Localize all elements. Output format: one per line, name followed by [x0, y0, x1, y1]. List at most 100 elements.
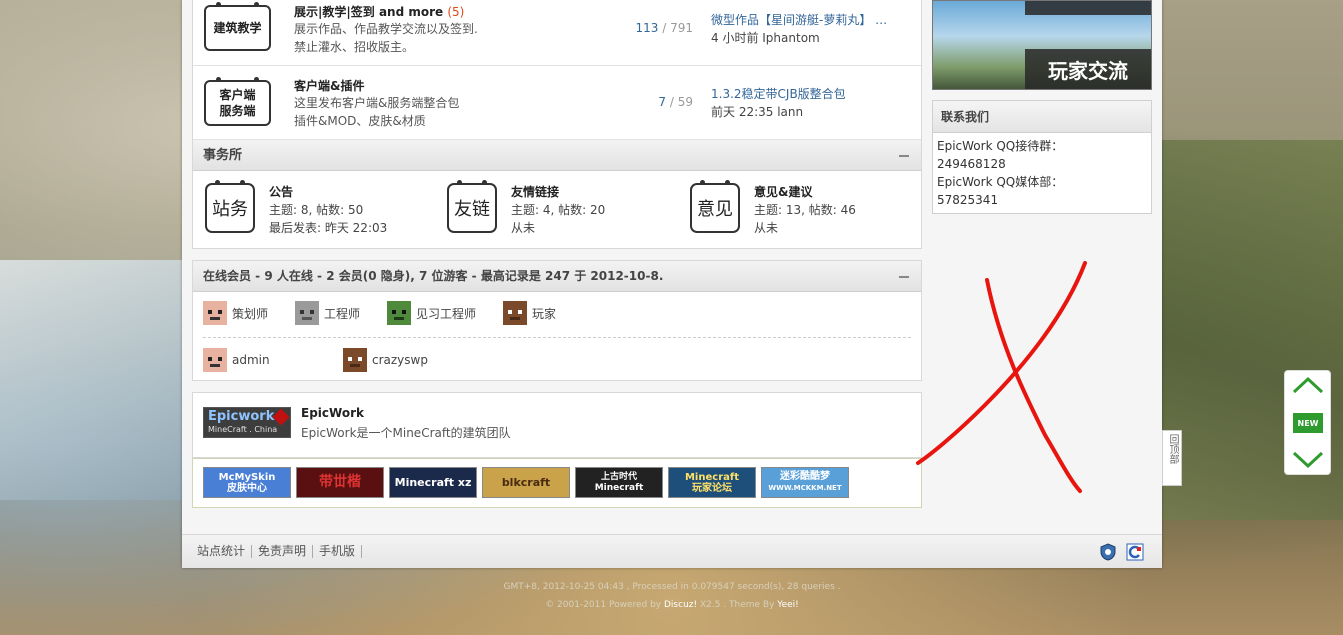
office-forum-last[interactable]: 最后发表: 昨天 22:03 [269, 219, 387, 237]
discuz-link[interactable]: Discuz! [664, 600, 697, 610]
contact-line: EpicWork QQ媒体部： [937, 175, 1064, 189]
office-forum-name[interactable]: 友情链接 [511, 183, 605, 201]
forum-name[interactable]: 客户端&插件 [294, 77, 364, 94]
team-panel: Epicwork MineCraft . China EpicWork Epic… [192, 392, 922, 458]
last-post: 1.3.2稳定带CJB版整合包 前天 22:35 lann [711, 85, 911, 121]
collapse-icon[interactable] [899, 155, 909, 157]
link-text: 玩家论坛 [692, 482, 732, 494]
collapse-icon[interactable] [899, 276, 909, 278]
back-to-top-label: 回顶部 [1167, 434, 1178, 464]
office-forum-name[interactable]: 公告 [269, 183, 387, 201]
theme-author-link[interactable]: Yeei! [777, 600, 799, 610]
friend-link-blkcraft[interactable]: blkcraft [482, 467, 570, 498]
chevron-up-icon[interactable] [1285, 371, 1332, 401]
page-nav-widget: NEW [1284, 370, 1331, 475]
footer-link-mobile[interactable]: 手机版 [313, 545, 363, 558]
friend-link-mcmyskin[interactable]: McMySkin 皮肤中心 [203, 467, 291, 498]
friend-link-mckkm[interactable]: 迷彩酷酷梦 WWW.MCKKM.NET [761, 467, 849, 498]
player-exchange-banner[interactable]: 玩家交流 [932, 0, 1152, 90]
last-post-link[interactable]: 微型作品【星间游艇-萝莉丸】 … [711, 11, 911, 29]
forum-name-text[interactable]: 客户端&插件 [294, 79, 364, 93]
cnzz-stats-icon[interactable] [1126, 543, 1144, 561]
forum-icon[interactable]: 站务 [205, 180, 255, 233]
link-text: McMySkin [218, 471, 276, 483]
online-member[interactable]: crazyswp [343, 348, 428, 372]
office-forum-info: 意见&建议 主题: 13, 帖数: 46 从未 [754, 183, 856, 237]
office-forum: 意见 意见&建议 主题: 13, 帖数: 46 从未 [690, 180, 930, 237]
last-post-meta: 4 小时前 Iphantom [711, 31, 820, 45]
forum-description: 这里发布客户端&服务端整合包 插件&MOD、皮肤&材质 [294, 94, 554, 130]
legend-label: 工程师 [324, 306, 361, 321]
last-post-meta: 前天 22:35 lann [711, 105, 804, 119]
legend-label: 玩家 [532, 306, 557, 321]
engineer-face-icon [295, 301, 319, 325]
forum-icon[interactable]: 建筑教学 [204, 2, 271, 51]
online-header: 在线会员 - 9 人在线 - 2 会员(0 隐身), 7 位游客 - 最高记录是… [193, 261, 921, 292]
epicwork-logo[interactable]: Epicwork MineCraft . China [203, 407, 291, 438]
forum-name[interactable]: 展示|教学|签到 and more (5) [294, 3, 464, 20]
footer-link-stats[interactable]: 站点统计 [197, 545, 253, 558]
security-shield-icon[interactable] [1099, 543, 1117, 561]
link-text: 迷彩酷酷梦 [780, 471, 830, 482]
post-count: 59 [677, 95, 693, 109]
forum-icon[interactable]: 友链 [447, 180, 497, 233]
forum-icon-line: 服务端 [219, 104, 256, 118]
friend-link-shanggu[interactable]: 上古时代 Minecraft [575, 467, 663, 498]
category-title[interactable]: 事务所 [203, 148, 242, 163]
member-name[interactable]: admin [232, 353, 270, 367]
link-text: 上古时代 [600, 471, 637, 482]
copyright-text: X2.5 . Theme By [697, 600, 778, 610]
team-name[interactable]: EpicWork [301, 406, 364, 420]
last-post-link[interactable]: 1.3.2稳定带CJB版整合包 [711, 85, 911, 103]
player-face-icon [503, 301, 527, 325]
divider [203, 337, 911, 338]
forum-icon[interactable]: 意见 [690, 180, 740, 233]
office-forum-last: 从未 [754, 221, 779, 235]
link-text: Minecraft [684, 471, 740, 483]
forum-stats: 113 / 791 [613, 21, 693, 35]
forum-desc-line: 这里发布客户端&服务端整合包 [294, 96, 460, 110]
thread-count: 113 [635, 21, 659, 35]
legend-label: 策划师 [232, 306, 269, 321]
friend-link-minecraft-xz[interactable]: Minecraft xz [389, 467, 477, 498]
link-text: 带丗楷 [319, 474, 361, 490]
office-forum-stats: 主题: 8, 帖数: 50 [269, 203, 364, 217]
online-list: 策划师 工程师 见习工程师 玩家 admin crazyswp [193, 292, 921, 380]
trainee-engineer-face-icon [387, 301, 411, 325]
footer-copyright: © 2001-2011 Powered by Discuz! X2.5 . Th… [182, 600, 1162, 610]
banner-label: 玩家交流 [1025, 49, 1151, 89]
footer-processed-info: GMT+8, 2012-10-25 04:43 , Processed in 0… [503, 582, 841, 592]
footer-links: 站点统计 免责声明 手机版 [197, 545, 363, 558]
back-to-top-button[interactable]: 回顶部 [1162, 430, 1182, 486]
new-posts-icon[interactable]: NEW [1293, 413, 1323, 433]
forum-desc-line: 插件&MOD、皮肤&材质 [294, 114, 426, 128]
contact-body: EpicWork QQ接待群： 249468128 EpicWork QQ媒体部… [933, 133, 1151, 213]
friend-link-badge[interactable]: 带丗楷 [296, 467, 384, 498]
legend-item: 策划师 [203, 301, 268, 325]
office-forum-last: 从未 [511, 221, 536, 235]
office-forum-name[interactable]: 意见&建议 [754, 183, 856, 201]
forum-stats: 7 / 59 [613, 95, 693, 109]
chevron-down-icon[interactable] [1285, 444, 1332, 474]
online-member[interactable]: admin [203, 348, 270, 372]
forum-icon[interactable]: 客户端 服务端 [204, 77, 271, 126]
member-name[interactable]: crazyswp [372, 353, 428, 367]
sidebar: 玩家交流 联系我们 EpicWork QQ接待群： 249468128 Epic… [932, 0, 1152, 214]
forum-row: 建筑教学 展示|教学|签到 and more (5) 展示作品、作品教学交流以及… [193, 0, 921, 66]
background-water [0, 260, 200, 500]
contact-line: 57825341 [937, 193, 999, 207]
last-post: 微型作品【星间游艇-萝莉丸】 … 4 小时前 Iphantom [711, 11, 911, 47]
friend-link-minecraft-forum[interactable]: Minecraft 玩家论坛 [668, 467, 756, 498]
link-text: Minecraft [594, 482, 644, 493]
office-forum: 站务 公告 主题: 8, 帖数: 50 最后发表: 昨天 22:03 [205, 180, 445, 237]
forum-desc-line: 展示作品、作品教学交流以及签到. [294, 22, 478, 36]
online-title: 在线会员 - 9 人在线 - 2 会员(0 隐身), 7 位游客 - 最高记录是… [203, 269, 664, 283]
forum-icon-label: 客户端 服务端 [219, 87, 255, 119]
forum-icon-label: 建筑教学 [213, 21, 262, 35]
red-x-annotation [916, 261, 1087, 493]
forum-name-text[interactable]: 展示|教学|签到 and more [294, 5, 443, 19]
contact-line: EpicWork QQ接待群： [937, 139, 1064, 153]
logo-text: Epicwork [208, 409, 275, 424]
footer-link-disclaimer[interactable]: 免责声明 [252, 545, 314, 558]
forum-row: 客户端 服务端 客户端&插件 这里发布客户端&服务端整合包 插件&MOD、皮肤&… [193, 66, 921, 140]
